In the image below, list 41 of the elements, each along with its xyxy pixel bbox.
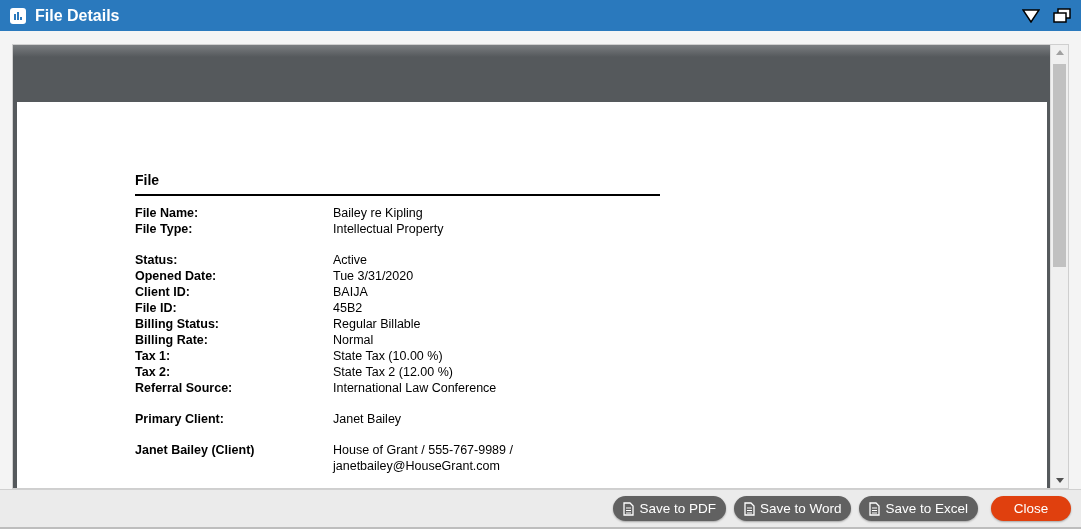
field-value: 45B2: [333, 300, 364, 316]
dropdown-triangle-icon[interactable]: [1022, 8, 1040, 23]
field-label: Billing Rate:: [135, 332, 209, 348]
field-value: Bailey re Kipling: [333, 205, 424, 221]
field-label: Billing Status:: [135, 316, 221, 332]
field-label: Primary Client:: [135, 411, 225, 427]
field-value: Regular Billable: [333, 316, 422, 332]
close-button[interactable]: Close: [991, 496, 1071, 521]
export-button[interactable]: Save to Excel: [859, 496, 978, 521]
field-label: Janet Bailey (Client): [135, 442, 256, 459]
field-label: File Type:: [135, 221, 194, 237]
scrollbar-thumb[interactable]: [1053, 64, 1066, 267]
chart-icon: [10, 7, 26, 24]
field-value: Janet Bailey: [333, 411, 403, 427]
field-value: Tue 3/31/2020: [333, 268, 415, 284]
field-value: BAIJA: [333, 284, 369, 300]
field-label: Tax 1:: [135, 348, 172, 364]
section-heading: File: [135, 172, 660, 196]
field-value: State Tax 2 (12.00 %): [333, 364, 454, 380]
field-label: File Name:: [135, 205, 200, 221]
field-label: Opened Date:: [135, 268, 218, 284]
field-value: State Tax (10.00 %): [333, 348, 444, 364]
field-label: File ID:: [135, 300, 178, 316]
field-label: Status:: [135, 252, 179, 268]
field-value: House of Grant / 555-767-9989 / janetbailey@HouseGrant.com: [333, 442, 514, 474]
field-value: Normal: [333, 332, 375, 348]
field-label: Client ID:: [135, 284, 191, 300]
field-value: International Law Conference: [333, 380, 498, 396]
field-label: Tax 2:: [135, 364, 172, 380]
document-icon: [869, 501, 881, 516]
restore-window-icon[interactable]: [1053, 8, 1071, 23]
export-button[interactable]: Save to Word: [733, 496, 852, 521]
scroll-down-icon[interactable]: [1055, 478, 1064, 483]
field-value: Active: [333, 252, 369, 268]
field-label: Referral Source:: [135, 380, 234, 396]
document-icon: [743, 501, 755, 516]
export-button[interactable]: Save to PDF: [613, 496, 726, 521]
document-icon: [623, 501, 635, 516]
field-value: Intellectual Property: [333, 221, 445, 237]
window-title: File Details: [35, 6, 121, 25]
scrollbar[interactable]: [1050, 45, 1068, 488]
